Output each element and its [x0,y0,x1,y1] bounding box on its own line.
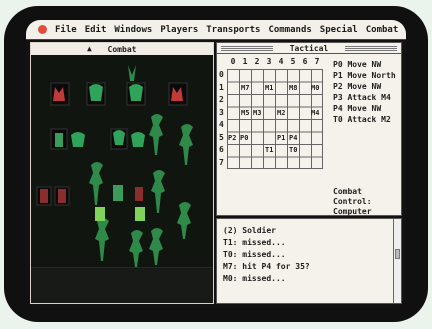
battlefield-art [36,65,193,267]
order-row[interactable]: P2 Move NW [333,81,396,92]
menu-commands[interactable]: Commands [268,25,311,35]
green-soldier [55,133,63,147]
green-creature [131,132,145,147]
menu-transports[interactable]: Transports [206,25,260,35]
tree [151,170,165,213]
menu-edit[interactable]: Edit [85,25,107,35]
grid-token[interactable]: M3 [253,109,261,117]
row-label: 1 [219,82,224,92]
red-soldier [135,187,143,201]
order-row[interactable]: P3 Attack M4 [333,92,396,103]
red-soldier [58,189,66,203]
tree [179,124,193,165]
message-log: (2) Soldier T1: missed... T0: missed... … [223,225,310,285]
menu-bar: File Edit Windows Players Transports Com… [26,20,406,40]
grid-token[interactable]: M1 [265,84,273,92]
grid-token[interactable]: T1 [265,146,273,154]
grid-token[interactable]: M8 [289,84,297,92]
grid-token[interactable]: M0 [311,84,319,92]
row-label: 5 [219,132,224,142]
grid-token[interactable]: M4 [311,109,319,117]
col-label: 1 [242,57,248,66]
menu-players[interactable]: Players [160,25,198,35]
col-label: 5 [290,57,296,66]
message-line: (2) Soldier [223,226,276,235]
grid-token[interactable]: P0 [240,134,248,142]
apple-icon[interactable] [38,25,47,34]
col-label: 6 [302,57,308,66]
row-label: 3 [219,107,224,117]
tree [129,230,143,267]
combat-control-value[interactable]: Computer [333,207,401,217]
grid-token[interactable]: P1 [277,134,285,142]
tactical-title: Tactical [286,43,332,53]
row-label: 7 [219,157,224,167]
combat-status-strip [31,267,213,303]
menu-special[interactable]: Special [320,25,358,35]
order-row[interactable]: T0 Attack M2 [333,114,396,125]
tree [128,65,136,81]
order-row[interactable]: P4 Move NW [333,103,396,114]
title-stripes [345,46,397,51]
message-scrollbar[interactable] [393,219,401,303]
menu-file[interactable]: File [55,25,77,35]
col-label: 4 [278,57,284,66]
grid-token[interactable]: P2 [228,134,236,142]
order-row[interactable]: P1 Move North [333,70,396,81]
message-line: T1: missed... [223,238,286,247]
combat-control: Combat Control: Computer [333,187,401,217]
grid-token[interactable]: T0 [289,146,297,154]
title-stripes [221,46,273,51]
combat-title-bar[interactable]: ▲ Combat [31,43,213,55]
unit-orders-list: P0 Move NW P1 Move North P2 Move NW P3 A… [333,59,396,125]
row-label: 6 [219,145,224,154]
green-creature [89,84,103,101]
menu-combat[interactable]: Combat [366,25,399,35]
tactical-grid: 0 1 2 3 4 5 6 7 0 1 2 3 4 5 6 7 M7 M1 M8… [219,57,323,213]
green-soldier [95,207,105,221]
green-creature [71,132,85,147]
tree [95,218,109,261]
grid-token[interactable]: P4 [289,134,297,142]
message-line: T0: missed... [223,250,286,259]
tree [177,202,191,239]
row-label: 2 [219,95,224,104]
combat-window: ▲ Combat [30,42,214,304]
green-creature [113,130,125,145]
grid-token[interactable]: M5 [241,109,249,117]
col-label: 3 [266,57,272,66]
green-creature [129,84,143,101]
col-label: 2 [254,57,260,66]
combat-title: Combat [107,44,137,54]
tree [149,228,163,265]
message-line: M7: hit P4 for 35? [223,262,310,271]
combat-control-label: Combat Control: [333,187,372,206]
tactical-window: Tactical 0 1 2 3 4 5 6 7 0 1 2 3 4 5 6 7… [216,42,402,216]
screen: File Edit Windows Players Transports Com… [26,20,406,308]
tree [89,162,103,205]
green-soldier [135,207,145,221]
menu-windows[interactable]: Windows [114,25,152,35]
col-label: 7 [314,57,320,66]
scrollbar-thumb[interactable] [395,249,400,259]
grid-row-labels: 0 1 2 3 4 5 6 7 [219,69,227,169]
cursor-arrow-icon: ▲ [87,44,92,53]
col-label: 0 [230,57,236,66]
battlefield[interactable] [31,55,213,267]
tree [149,114,163,155]
green-soldier [113,185,123,201]
red-soldier [40,189,48,203]
message-window: (2) Soldier T1: missed... T0: missed... … [216,218,402,304]
grid-token[interactable]: M7 [241,84,249,92]
tactical-title-bar[interactable]: Tactical [217,43,401,54]
grid-token[interactable]: M2 [277,109,285,117]
row-label: 4 [219,120,224,129]
order-row[interactable]: P0 Move NW [333,59,396,70]
grid-column-labels: 0 1 2 3 4 5 6 7 [227,57,323,66]
row-label: 0 [219,70,224,79]
message-line: M0: missed... [223,274,286,283]
